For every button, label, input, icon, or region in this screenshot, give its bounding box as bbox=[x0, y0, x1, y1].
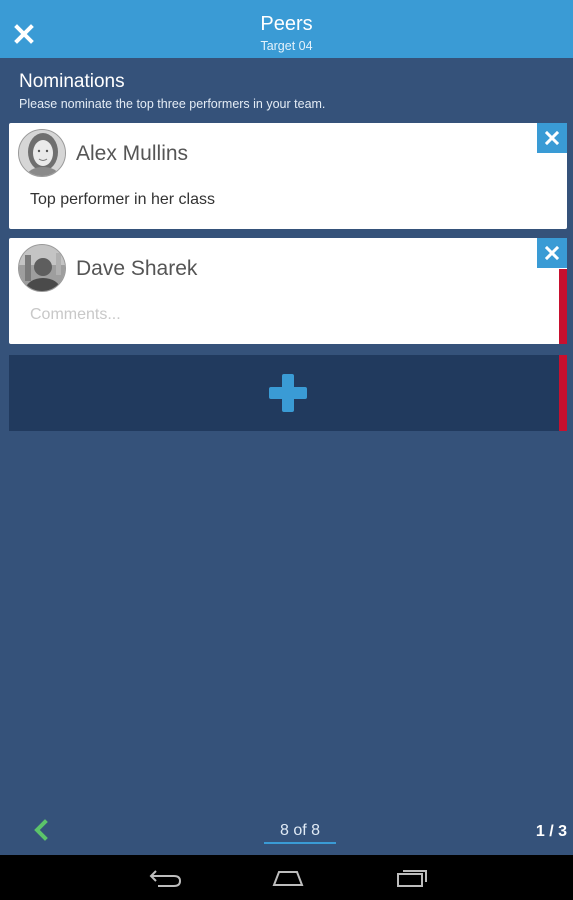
system-nav-bar bbox=[0, 855, 573, 900]
header-bar: Peers Target 04 bbox=[0, 0, 573, 58]
page-count: 1 / 3 bbox=[535, 823, 567, 840]
incomplete-flag bbox=[559, 355, 567, 431]
avatar bbox=[18, 244, 66, 292]
remove-nomination-button[interactable] bbox=[537, 238, 567, 268]
system-back-button[interactable] bbox=[146, 864, 186, 892]
add-nomination-button[interactable] bbox=[9, 355, 567, 431]
nomination-card[interactable]: Dave Sharek Comments... bbox=[9, 238, 567, 344]
remove-nomination-button[interactable] bbox=[537, 123, 567, 153]
avatar bbox=[18, 129, 66, 177]
section-instructions: Please nominate the top three performers… bbox=[19, 97, 326, 111]
page-title: Peers bbox=[260, 13, 313, 35]
back-icon bbox=[149, 870, 182, 887]
incomplete-flag bbox=[559, 269, 567, 344]
page-subtitle: Target 04 bbox=[260, 39, 313, 53]
system-recents-button[interactable] bbox=[392, 864, 432, 892]
nominee-name: Dave Sharek bbox=[76, 257, 198, 280]
chevron-left-icon bbox=[34, 819, 48, 841]
section-title: Nominations bbox=[19, 71, 125, 92]
page-position: 8 of 8 bbox=[279, 822, 321, 839]
close-icon bbox=[545, 246, 559, 260]
previous-button[interactable] bbox=[28, 815, 54, 845]
nominee-name: Alex Mullins bbox=[76, 142, 189, 165]
system-home-button[interactable] bbox=[268, 864, 308, 892]
nomination-card[interactable]: Alex Mullins Top performer in her class bbox=[9, 123, 567, 229]
comment-field[interactable]: Comments... bbox=[30, 305, 121, 325]
pager-underline bbox=[264, 842, 336, 844]
recents-icon bbox=[397, 870, 427, 887]
close-icon bbox=[545, 131, 559, 145]
home-icon bbox=[272, 871, 304, 886]
comment-field[interactable]: Top performer in her class bbox=[30, 190, 215, 210]
plus-icon bbox=[269, 374, 307, 412]
